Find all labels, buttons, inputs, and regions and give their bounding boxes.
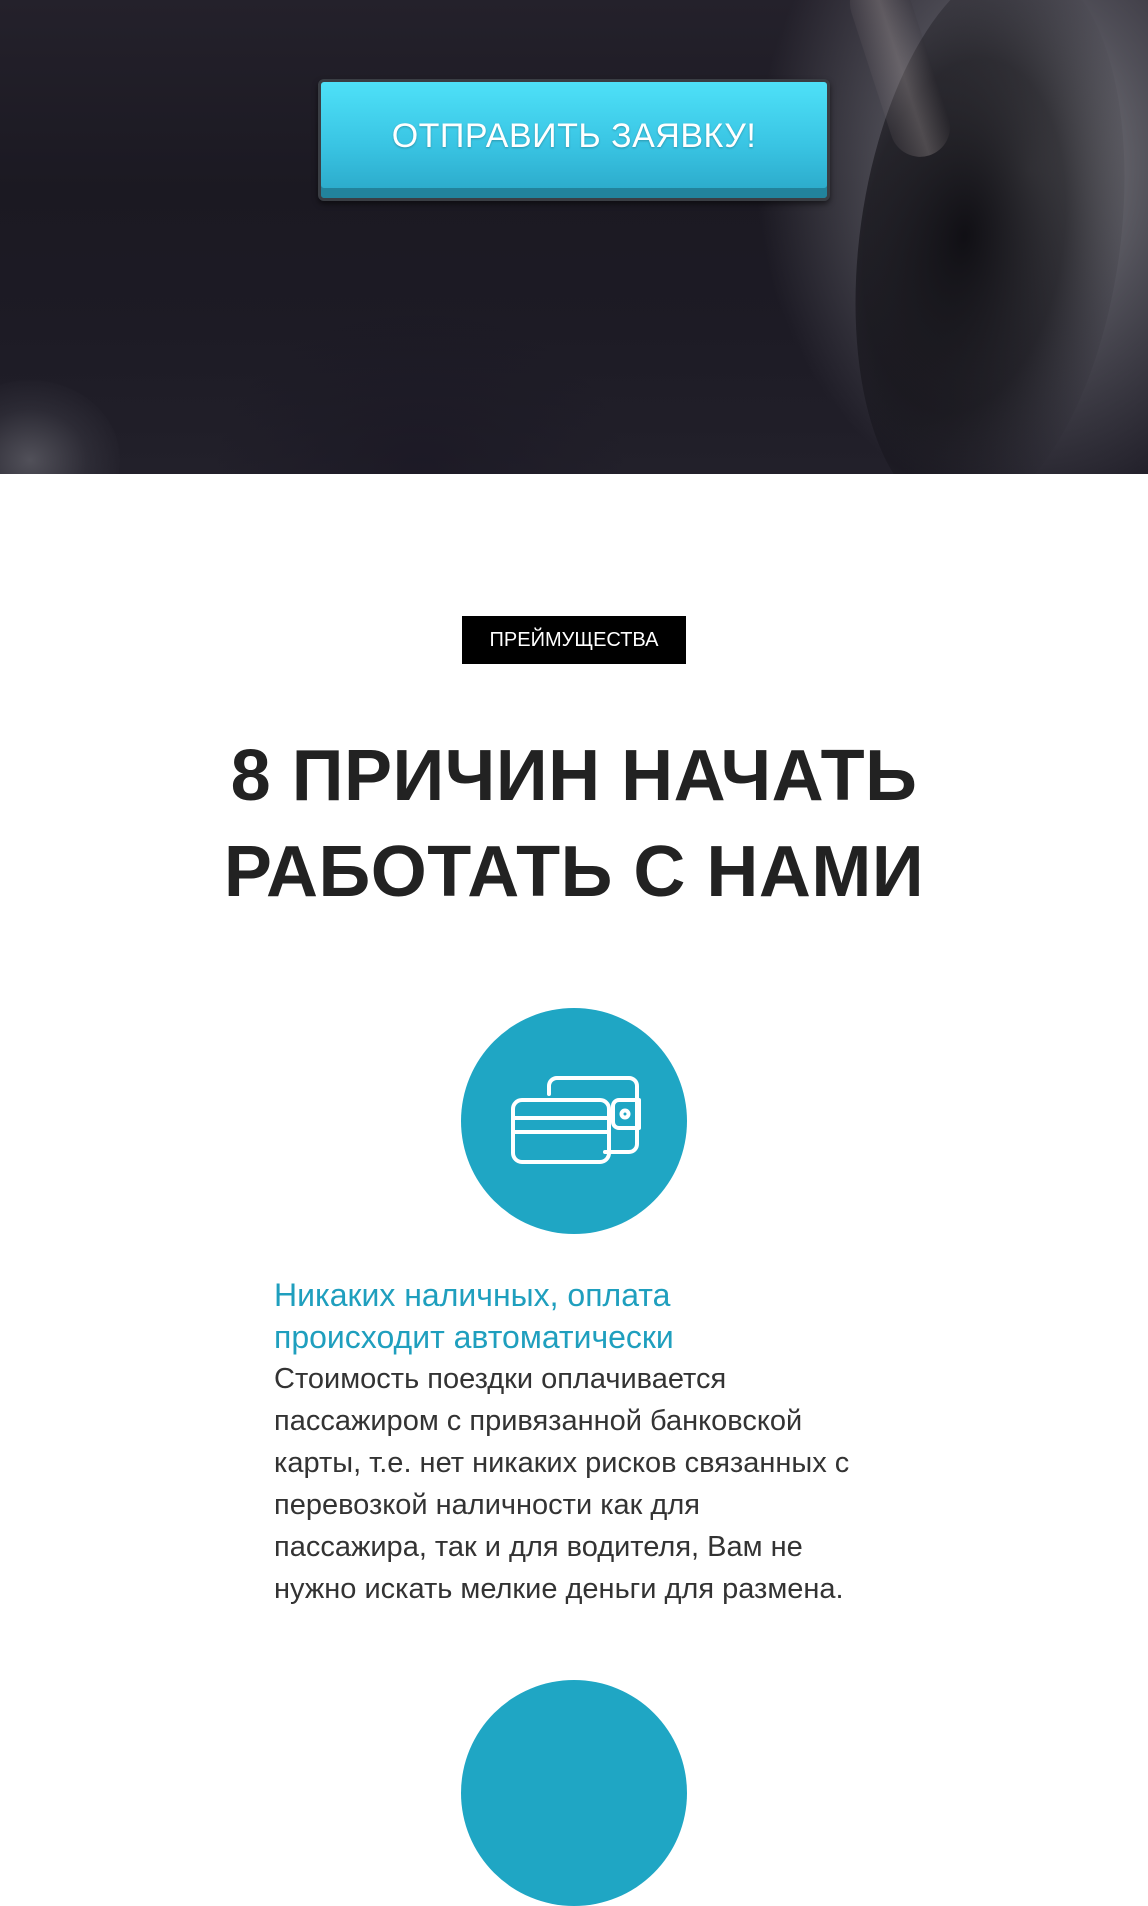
feature-title-line-2: происходит автоматически (274, 1319, 674, 1355)
section-title-line-1: 8 ПРИЧИН НАЧАТЬ (230, 736, 918, 816)
section-badge: ПРЕЙМУЩЕСТВА (462, 616, 686, 664)
feature-title: Никаких наличных, оплата происходит авто… (274, 1274, 894, 1358)
hero-background-blur (0, 380, 120, 474)
feature-description-line: нужно искать мелкие деньги для размена. (274, 1573, 844, 1605)
feature-description-line: пассажиром с привязанной банковской (274, 1405, 803, 1437)
feature-description-line: перевозкой наличности как для (274, 1489, 700, 1521)
section-title: 8 ПРИЧИН НАЧАТЬ РАБОТАТЬ С НАМИ (0, 728, 1148, 920)
feature-description-line: Стоимость поездки оплачивается (274, 1363, 727, 1395)
feature-title-line-1: Никаких наличных, оплата (274, 1277, 671, 1313)
next-feature-icon-circle (461, 1680, 687, 1906)
feature-icon-circle (461, 1008, 687, 1234)
feature-description-line: карты, т.е. нет никаких рисков связанных… (274, 1447, 850, 1479)
wallet-card-icon (511, 1076, 641, 1164)
feature-description: Стоимость поездки оплачивается пассажиро… (274, 1358, 894, 1610)
hero-section: ОТПРАВИТЬ ЗАЯВКУ! (0, 0, 1148, 474)
send-request-button[interactable]: ОТПРАВИТЬ ЗАЯВКУ! (318, 79, 830, 201)
feature-description-line: пассажира, так и для водителя, Вам не (274, 1531, 803, 1563)
section-title-line-2: РАБОТАТЬ С НАМИ (223, 832, 925, 912)
